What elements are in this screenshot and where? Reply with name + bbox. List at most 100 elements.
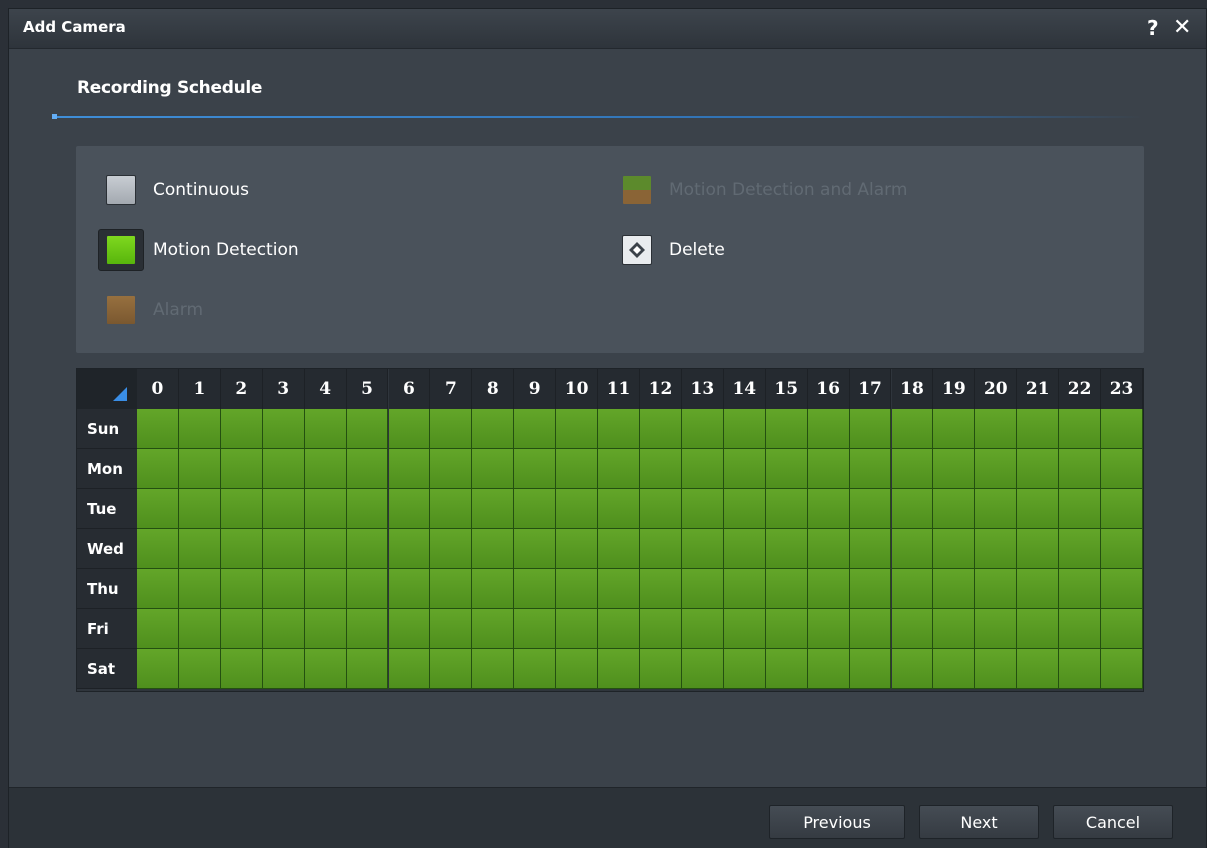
schedule-cell[interactable] [765, 529, 808, 569]
hour-header[interactable]: 0 [137, 369, 179, 409]
schedule-cell[interactable] [220, 609, 263, 649]
schedule-cell[interactable] [807, 409, 850, 449]
hour-header[interactable]: 17 [849, 369, 892, 409]
schedule-cell[interactable] [1059, 569, 1102, 609]
hour-header[interactable]: 1 [178, 369, 221, 409]
hour-header[interactable]: 12 [640, 369, 682, 409]
schedule-cell[interactable] [304, 609, 347, 649]
schedule-cell[interactable] [178, 609, 221, 649]
legend-continuous[interactable]: Continuous [98, 173, 249, 207]
schedule-cell[interactable] [765, 649, 808, 689]
day-label[interactable]: Thu [77, 569, 137, 609]
schedule-cell[interactable] [220, 569, 263, 609]
day-label[interactable]: Tue [77, 489, 137, 529]
schedule-cell[interactable] [262, 489, 305, 529]
schedule-cell[interactable] [178, 409, 221, 449]
schedule-cell[interactable] [472, 649, 515, 689]
legend-motion-detection[interactable]: Motion Detection [98, 229, 299, 271]
schedule-cell[interactable] [1101, 529, 1143, 569]
hour-header[interactable]: 14 [723, 369, 766, 409]
schedule-cell[interactable] [178, 489, 221, 529]
schedule-cell[interactable] [178, 569, 221, 609]
schedule-cell[interactable] [723, 529, 766, 569]
schedule-cell[interactable] [388, 609, 431, 649]
day-label[interactable]: Sat [77, 649, 137, 689]
schedule-cell[interactable] [891, 649, 934, 689]
schedule-cell[interactable] [514, 489, 557, 529]
schedule-cell[interactable] [1059, 649, 1102, 689]
schedule-cell[interactable] [220, 449, 263, 489]
schedule-cell[interactable] [472, 409, 515, 449]
schedule-cell[interactable] [430, 489, 473, 529]
schedule-cell[interactable] [304, 569, 347, 609]
schedule-cell[interactable] [262, 609, 305, 649]
schedule-cell[interactable] [430, 569, 473, 609]
schedule-cell[interactable] [891, 489, 934, 529]
schedule-cell[interactable] [304, 529, 347, 569]
schedule-cell[interactable] [598, 489, 640, 529]
schedule-cell[interactable] [1059, 449, 1102, 489]
schedule-grid[interactable]: 0 1 2 3 4 5 6 7 8 9 10 11 12 13 14 15 16 17 18 19 20 21 22 23 Su… [76, 368, 1144, 692]
schedule-cell[interactable] [891, 529, 934, 569]
schedule-cell[interactable] [975, 489, 1018, 529]
schedule-cell[interactable] [598, 409, 640, 449]
legend-alarm[interactable]: Alarm [98, 293, 203, 327]
legend-delete[interactable]: Delete [614, 233, 725, 267]
schedule-cell[interactable] [681, 569, 724, 609]
hour-header[interactable]: 9 [514, 369, 557, 409]
schedule-cell[interactable] [681, 649, 724, 689]
schedule-cell[interactable] [681, 609, 724, 649]
schedule-cell[interactable] [1101, 649, 1143, 689]
schedule-cell[interactable] [220, 529, 263, 569]
schedule-cell[interactable] [975, 649, 1018, 689]
schedule-cell[interactable] [891, 449, 934, 489]
schedule-cell[interactable] [1017, 649, 1060, 689]
hour-header[interactable]: 18 [891, 369, 934, 409]
schedule-cell[interactable] [514, 409, 557, 449]
schedule-cell[interactable] [765, 609, 808, 649]
schedule-cell[interactable] [137, 529, 179, 569]
hour-header[interactable]: 15 [765, 369, 808, 409]
schedule-cell[interactable] [346, 569, 389, 609]
schedule-cell[interactable] [723, 409, 766, 449]
schedule-cell[interactable] [430, 409, 473, 449]
schedule-cell[interactable] [137, 649, 179, 689]
schedule-cell[interactable] [304, 449, 347, 489]
hour-header[interactable]: 20 [975, 369, 1018, 409]
hour-header[interactable]: 13 [681, 369, 724, 409]
schedule-cell[interactable] [137, 449, 179, 489]
schedule-cell[interactable] [346, 649, 389, 689]
schedule-cell[interactable] [556, 649, 599, 689]
schedule-cell[interactable] [346, 529, 389, 569]
schedule-cell[interactable] [514, 569, 557, 609]
hour-header[interactable]: 11 [598, 369, 640, 409]
close-icon[interactable]: ✕ [1173, 15, 1191, 40]
schedule-cell[interactable] [640, 449, 682, 489]
schedule-cell[interactable] [640, 409, 682, 449]
schedule-cell[interactable] [556, 409, 599, 449]
schedule-cell[interactable] [723, 609, 766, 649]
schedule-cell[interactable] [1017, 609, 1060, 649]
next-button[interactable]: Next [919, 805, 1039, 839]
schedule-cell[interactable] [514, 449, 557, 489]
schedule-cell[interactable] [598, 569, 640, 609]
schedule-cell[interactable] [640, 609, 682, 649]
schedule-cell[interactable] [388, 529, 431, 569]
schedule-cell[interactable] [681, 489, 724, 529]
day-label[interactable]: Mon [77, 449, 137, 489]
schedule-cell[interactable] [681, 409, 724, 449]
schedule-cell[interactable] [304, 409, 347, 449]
schedule-cell[interactable] [556, 609, 599, 649]
schedule-cell[interactable] [346, 609, 389, 649]
schedule-cell[interactable] [640, 649, 682, 689]
schedule-cell[interactable] [807, 529, 850, 569]
schedule-cell[interactable] [891, 409, 934, 449]
schedule-cell[interactable] [849, 529, 892, 569]
schedule-cell[interactable] [765, 569, 808, 609]
schedule-cell[interactable] [388, 409, 431, 449]
schedule-cell[interactable] [1059, 409, 1102, 449]
schedule-cell[interactable] [1017, 409, 1060, 449]
schedule-cell[interactable] [933, 529, 976, 569]
schedule-cell[interactable] [807, 449, 850, 489]
hour-header[interactable]: 5 [346, 369, 389, 409]
